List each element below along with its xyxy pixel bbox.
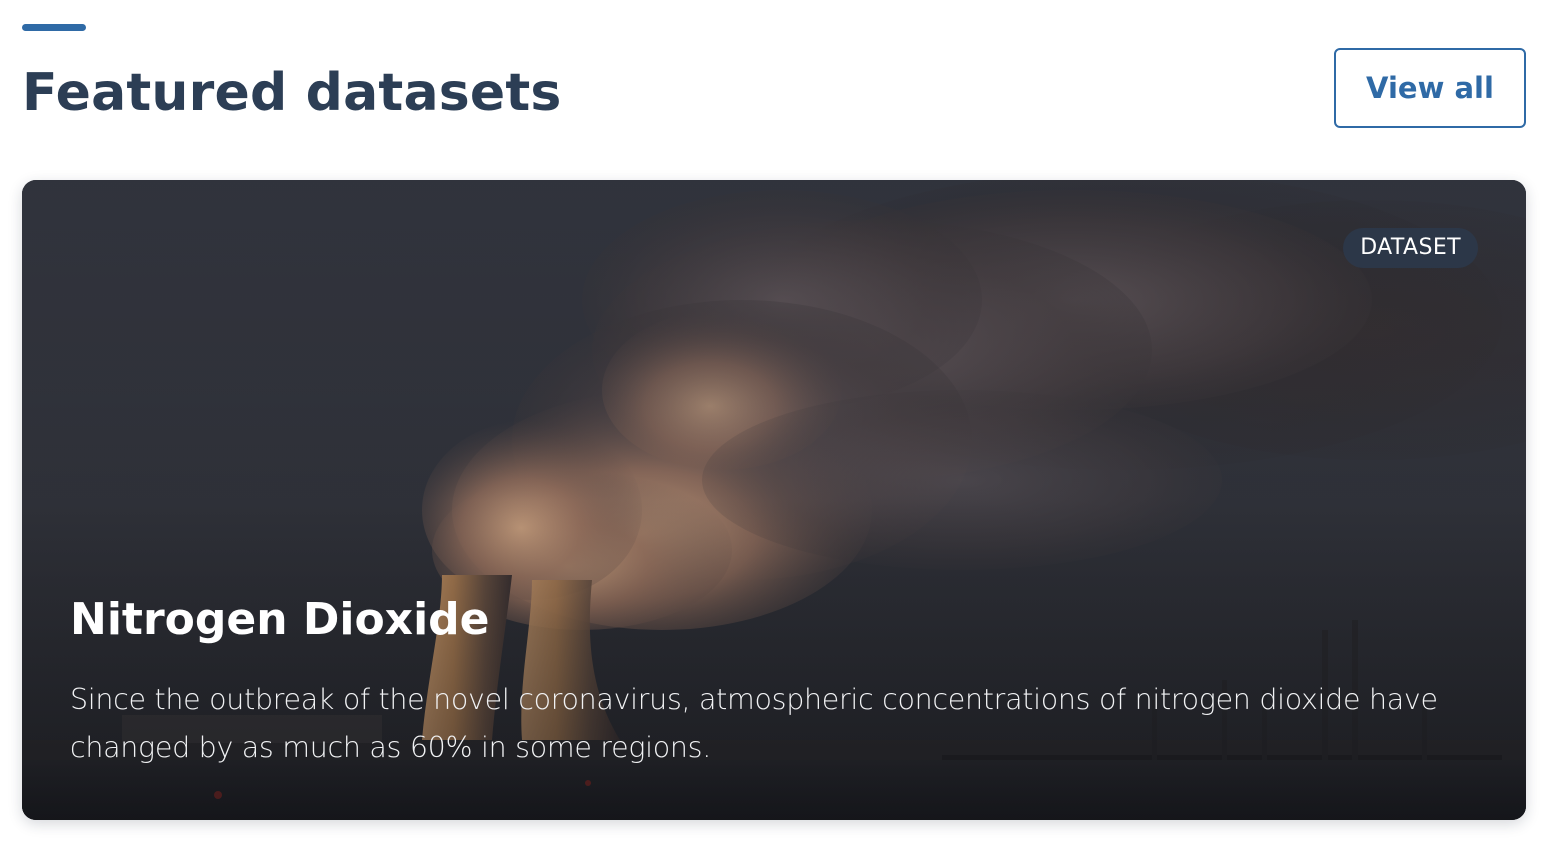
card-description: Since the outbreak of the novel coronavi… [70, 683, 1438, 764]
featured-dataset-card[interactable]: DATASET Nitrogen Dioxide Since the outbr… [22, 180, 1526, 820]
section-accent-bar [22, 24, 86, 31]
section-title: Featured datasets [22, 63, 562, 123]
view-all-button[interactable]: View all [1334, 48, 1526, 128]
card-title: Nitrogen Dioxide [70, 594, 490, 645]
dataset-badge: DATASET [1343, 228, 1478, 268]
featured-datasets-section: Featured datasets View all DATASET Nitro… [0, 0, 1550, 844]
